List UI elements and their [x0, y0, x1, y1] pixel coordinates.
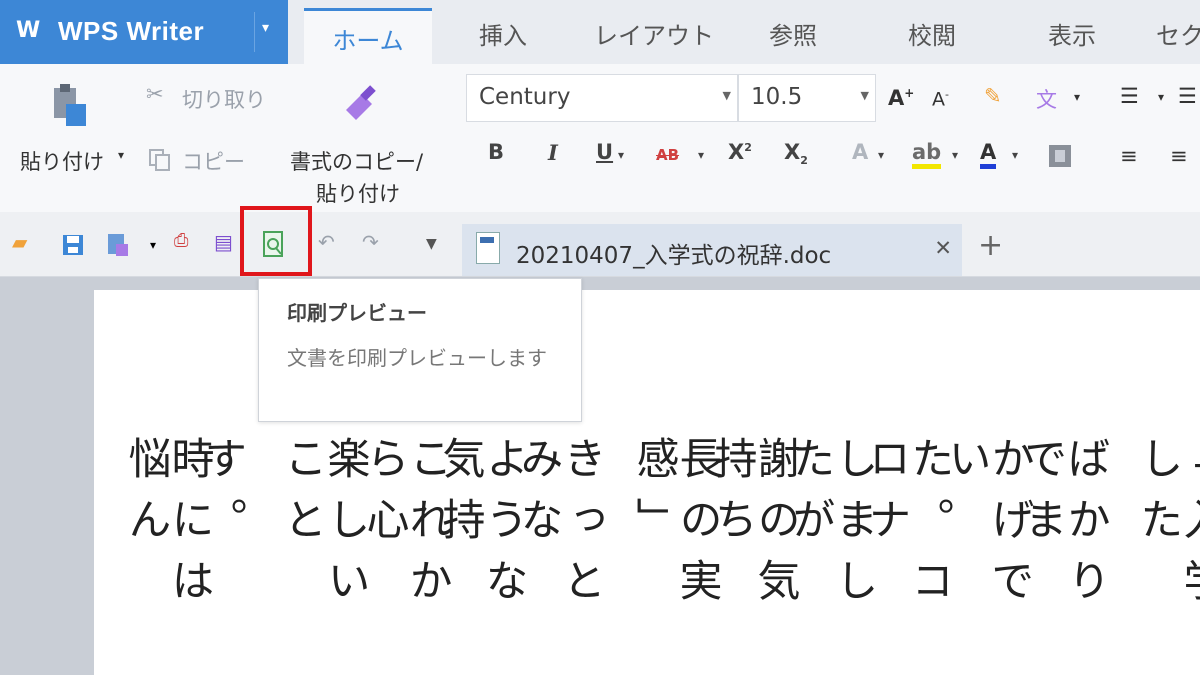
text-column: 「入学した — [1133, 436, 1200, 619]
new-tab-button[interactable]: + — [978, 228, 1003, 263]
tab-section[interactable]: セク — [1156, 0, 1200, 64]
character-shading-icon[interactable] — [1048, 144, 1072, 168]
open-folder-icon[interactable]: ▰ — [12, 230, 27, 254]
chevron-down-icon[interactable]: ▼ — [861, 89, 869, 102]
tooltip-description: 文書を印刷プレビューします — [287, 346, 547, 370]
subscript-icon[interactable]: X2 — [784, 140, 808, 167]
text-column: 楽しいこと — [277, 436, 370, 619]
cut-icon[interactable]: ✂ — [146, 82, 164, 106]
tooltip-title: 印刷プレビュー — [287, 301, 427, 325]
document-filename: 20210407_入学式の祝辞.doc — [516, 243, 832, 269]
document-file-icon — [476, 232, 500, 264]
customize-toolbar-icon[interactable]: ▼ — [426, 236, 437, 252]
print-preview-tooltip: 印刷プレビュー 文書を印刷プレビューします — [258, 278, 582, 422]
wps-logo-icon: W — [16, 18, 41, 43]
font-name-value: Century — [479, 84, 571, 110]
paste-button[interactable]: 貼り付け — [20, 146, 104, 176]
align-justify-icon[interactable]: ≡ — [1170, 144, 1188, 168]
text-column: 謝の気持ち — [707, 436, 800, 619]
strikethrough-icon[interactable]: AB — [656, 146, 679, 164]
format-painter-button[interactable]: 書式のコピー/ — [290, 146, 423, 176]
print-icon[interactable]: ▤ — [214, 230, 233, 254]
save-as-icon[interactable] — [106, 232, 130, 258]
copy-icon[interactable] — [148, 148, 172, 172]
bullet-list-icon[interactable]: ☰ — [1120, 84, 1139, 108]
paste-icon[interactable] — [48, 84, 88, 128]
numbered-list-icon[interactable]: ☰ — [1178, 84, 1197, 108]
font-color-icon[interactable]: A — [980, 140, 997, 169]
superscript-icon[interactable]: X2 — [728, 140, 752, 164]
text-effect-icon[interactable]: A — [852, 140, 868, 164]
chevron-down-icon[interactable]: ▾ — [1012, 148, 1018, 162]
tab-references[interactable]: 参照 — [748, 0, 838, 64]
chevron-down-icon[interactable]: ▾ — [1158, 90, 1164, 104]
highlight-box — [240, 206, 312, 276]
text-column: 長の実感」 — [629, 436, 722, 619]
redo-icon[interactable]: ↷ — [362, 230, 379, 254]
text-column: きっとみな — [513, 436, 606, 619]
chevron-down-icon[interactable]: ▾ — [952, 148, 958, 162]
text-column: これから心 — [359, 436, 452, 619]
chevron-down-icon[interactable]: ▾ — [262, 20, 269, 36]
grow-font-icon[interactable]: A+ — [888, 86, 914, 110]
text-column: 時には悩ん — [121, 436, 214, 619]
format-painter-icon[interactable] — [340, 82, 384, 126]
font-size-select[interactable]: 10.5 ▼ — [738, 74, 876, 122]
tab-layout[interactable]: レイアウト — [584, 0, 724, 64]
paste-dropdown-icon[interactable]: ▾ — [118, 148, 124, 162]
chevron-down-icon[interactable]: ▾ — [150, 238, 156, 252]
format-painter-label-2: 貼り付け — [316, 182, 400, 206]
export-pdf-icon[interactable]: ⎙ — [174, 230, 188, 251]
chevron-down-icon[interactable]: ▾ — [1074, 90, 1080, 104]
tab-insert[interactable]: 挿入 — [448, 0, 558, 64]
save-icon[interactable] — [62, 234, 84, 256]
close-icon[interactable]: ✕ — [934, 236, 952, 260]
italic-icon[interactable]: I — [548, 140, 558, 165]
align-center-icon[interactable]: ≡ — [1120, 144, 1138, 168]
bold-icon[interactable]: B — [488, 140, 504, 164]
app-menu-button[interactable]: W WPS Writer ▾ — [0, 0, 288, 64]
tab-home[interactable]: ホーム — [304, 8, 432, 67]
highlight-color-icon[interactable]: ab — [912, 140, 942, 169]
text-column: かげでい — [941, 436, 1034, 619]
app-name: WPS Writer — [58, 16, 205, 46]
font-size-value: 10.5 — [751, 84, 803, 110]
document-tab[interactable]: 20210407_入学式の祝辞.doc ✕ — [462, 224, 962, 276]
copy-button[interactable]: コピー — [182, 146, 245, 176]
chevron-down-icon[interactable]: ▾ — [618, 148, 624, 162]
chevron-down-icon[interactable]: ▾ — [878, 148, 884, 162]
text-column: しましたが — [785, 436, 878, 619]
undo-icon[interactable]: ↶ — [318, 230, 335, 254]
phonetic-guide-icon[interactable]: 文 — [1036, 84, 1057, 114]
font-name-select[interactable]: Century ▼ — [466, 74, 738, 122]
tab-review[interactable]: 校閲 — [884, 0, 980, 64]
underline-icon[interactable]: U — [596, 140, 613, 164]
divider — [254, 12, 255, 52]
clear-format-icon[interactable]: ✎ — [984, 84, 1002, 108]
cut-button[interactable]: 切り取り — [182, 84, 266, 114]
shrink-font-icon[interactable]: A- — [932, 88, 949, 110]
tab-view[interactable]: 表示 — [1024, 0, 1120, 64]
chevron-down-icon[interactable]: ▾ — [698, 148, 704, 162]
chevron-down-icon[interactable]: ▼ — [723, 89, 731, 102]
